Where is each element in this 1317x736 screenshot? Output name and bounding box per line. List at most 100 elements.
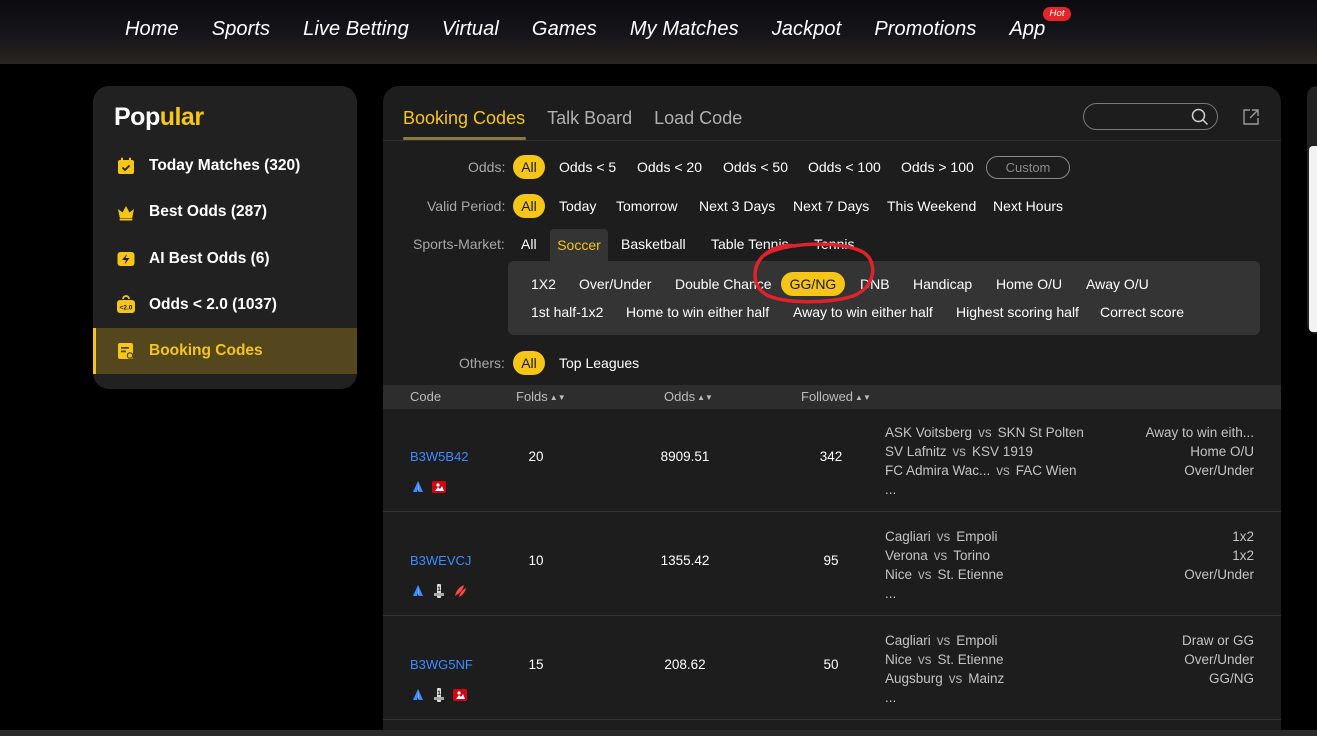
market-option-highest-scoring-half[interactable]: Highest scoring half (956, 304, 1079, 320)
table-row[interactable]: B3W5B42 20 8909.51 342 ASK Voitsberg vs SK… (383, 409, 1281, 512)
column-label: Odds (664, 389, 696, 404)
odds-option-all[interactable]: All (513, 155, 545, 179)
others-option-all[interactable]: All (513, 351, 545, 375)
odds-option-lt50[interactable]: Odds < 50 (723, 159, 788, 175)
nav-sports[interactable]: Sports (212, 18, 270, 41)
nav-jackpot[interactable]: Jackpot (772, 18, 842, 41)
odds-option-lt100[interactable]: Odds < 100 (808, 159, 881, 175)
booking-code-link[interactable]: B3WEVCJ (410, 553, 471, 568)
sidebar-item-odds-under-2[interactable]: <2.0 Odds < 2.0 (1037) (93, 282, 357, 328)
odds-filter-label: Odds: (468, 159, 506, 175)
period-option-all[interactable]: All (513, 194, 545, 218)
sort-icon[interactable]: ▲▼ (550, 393, 566, 402)
market-option-home-win-either-half[interactable]: Home to win either half (626, 304, 769, 320)
booking-code-link[interactable]: B3WG5NF (410, 657, 473, 672)
panel-tabs: Booking Codes Talk Board Load Code (403, 108, 764, 140)
nav-live-betting[interactable]: Live Betting (303, 18, 409, 41)
svg-text:<2.0: <2.0 (120, 305, 133, 312)
odds-option-lt5[interactable]: Odds < 5 (559, 159, 616, 175)
league-a-icon (411, 480, 425, 494)
period-option-next-hours[interactable]: Next Hours (993, 198, 1063, 214)
sport-option-all[interactable]: All (521, 236, 537, 252)
market-option-away-win-either-half[interactable]: Away to win either half (793, 304, 933, 320)
search-input[interactable] (1094, 108, 1184, 126)
sidebar-item-booking-codes[interactable]: Booking Codes (93, 328, 357, 374)
tab-load-code[interactable]: Load Code (654, 108, 742, 137)
nav-games[interactable]: Games (532, 18, 597, 41)
top-navigation-bar: Home Sports Live Betting Virtual Games M… (0, 0, 1317, 64)
booking-code-link[interactable]: B3W5B42 (410, 449, 469, 464)
nav-virtual[interactable]: Virtual (442, 18, 499, 41)
sidebar-item-label: Today Matches (320) (149, 157, 301, 174)
followed-value: 95 (823, 553, 839, 568)
nav-my-matches[interactable]: My Matches (630, 18, 739, 41)
period-option-next-3-days[interactable]: Next 3 Days (699, 198, 775, 214)
market-option-1st-half-1x2[interactable]: 1st half-1x2 (531, 304, 603, 320)
search-box[interactable] (1083, 103, 1218, 130)
nav-app[interactable]: App Hot (1009, 6, 1071, 41)
column-code: Code (410, 389, 442, 404)
league-a-icon (411, 688, 425, 702)
column-odds[interactable]: Odds ▲▼ (664, 389, 713, 404)
folds-value: 20 (528, 449, 544, 464)
sidebar-item-best-odds[interactable]: Best Odds (287) (93, 189, 357, 235)
table-row[interactable]: B3WEVCJ 10 1355.42 95 1 Cagliari vs Empoli… (383, 513, 1281, 616)
column-label: Followed (801, 389, 854, 404)
nav-home[interactable]: Home (125, 18, 179, 41)
others-option-top-leagues[interactable]: Top Leagues (559, 355, 639, 371)
followed-value: 342 (819, 449, 843, 464)
search-icon[interactable] (1191, 108, 1209, 131)
more-matches[interactable]: ... (885, 480, 1084, 499)
market-option-over-under[interactable]: Over/Under (579, 276, 651, 292)
match-item: ASK Voitsberg vs SKN St Polten (885, 425, 1084, 440)
period-option-next-7-days[interactable]: Next 7 Days (793, 198, 869, 214)
market-item: Over/Under (1184, 652, 1254, 667)
market-option-handicap[interactable]: Handicap (913, 276, 972, 292)
table-row[interactable]: B3WG5NF 15 208.62 50 1 Cagliari vs Empoli … (383, 617, 1281, 720)
sidebar-item-ai-best-odds[interactable]: AI Best Odds (6) (93, 236, 357, 282)
column-folds[interactable]: Folds ▲▼ (516, 389, 566, 404)
ligue1-icon: 1 (432, 688, 446, 702)
match-item: Verona vs Torino (885, 548, 991, 563)
period-option-this-weekend[interactable]: This Weekend (887, 198, 976, 214)
market-option-home-ou[interactable]: Home O/U (996, 276, 1062, 292)
sort-icon[interactable]: ▲▼ (697, 393, 713, 402)
column-followed[interactable]: Followed ▲▼ (801, 389, 871, 404)
sort-icon[interactable]: ▲▼ (855, 393, 871, 402)
sidebar-item-today-matches[interactable]: Today Matches (320) (93, 143, 357, 189)
popular-sidebar: Popular Today Matches (320) Best Odds (2… (93, 86, 357, 389)
more-matches[interactable]: ... (885, 584, 1004, 603)
lightning-ticket-icon (116, 249, 136, 269)
match-item: Nice vs St. Etienne (885, 567, 1004, 582)
nav-app-label: App (1009, 17, 1046, 40)
market-option-away-ou[interactable]: Away O/U (1086, 276, 1149, 292)
market-list: 1x2 1x2 Over/Under (1184, 527, 1254, 584)
sidebar-title: Popular (114, 103, 204, 131)
league-icons (411, 480, 453, 494)
tab-talk-board[interactable]: Talk Board (547, 108, 632, 137)
tab-booking-codes[interactable]: Booking Codes (403, 108, 527, 140)
odds-option-lt20[interactable]: Odds < 20 (637, 159, 702, 175)
odds-option-gt100[interactable]: Odds > 100 (901, 159, 974, 175)
market-item: Over/Under (1184, 567, 1254, 582)
more-matches[interactable]: ... (885, 688, 1004, 707)
odds-value: 8909.51 (660, 449, 710, 464)
sidebar-item-label: Best Odds (287) (149, 203, 268, 220)
market-option-1x2[interactable]: 1X2 (531, 276, 556, 292)
share-external-icon[interactable] (1242, 108, 1260, 131)
sport-option-soccer[interactable]: Soccer (550, 229, 608, 261)
market-item: GG/NG (1208, 671, 1254, 686)
odds-tag-icon: <2.0 (116, 295, 136, 315)
nav-promotions[interactable]: Promotions (874, 18, 976, 41)
others-filter-label: Others: (459, 355, 505, 371)
period-option-tomorrow[interactable]: Tomorrow (616, 198, 677, 214)
sidebar-item-label: AI Best Odds (6) (149, 250, 270, 267)
red-annotation-circle (753, 242, 875, 304)
match-item: SV Lafnitz vs KSV 1919 (885, 444, 1033, 459)
sport-option-basketball[interactable]: Basketball (621, 236, 686, 252)
market-option-correct-score[interactable]: Correct score (1100, 304, 1184, 320)
folds-value: 15 (528, 657, 544, 672)
followed-value: 50 (823, 657, 839, 672)
odds-custom-button[interactable]: Custom (986, 156, 1070, 179)
period-option-today[interactable]: Today (559, 198, 596, 214)
